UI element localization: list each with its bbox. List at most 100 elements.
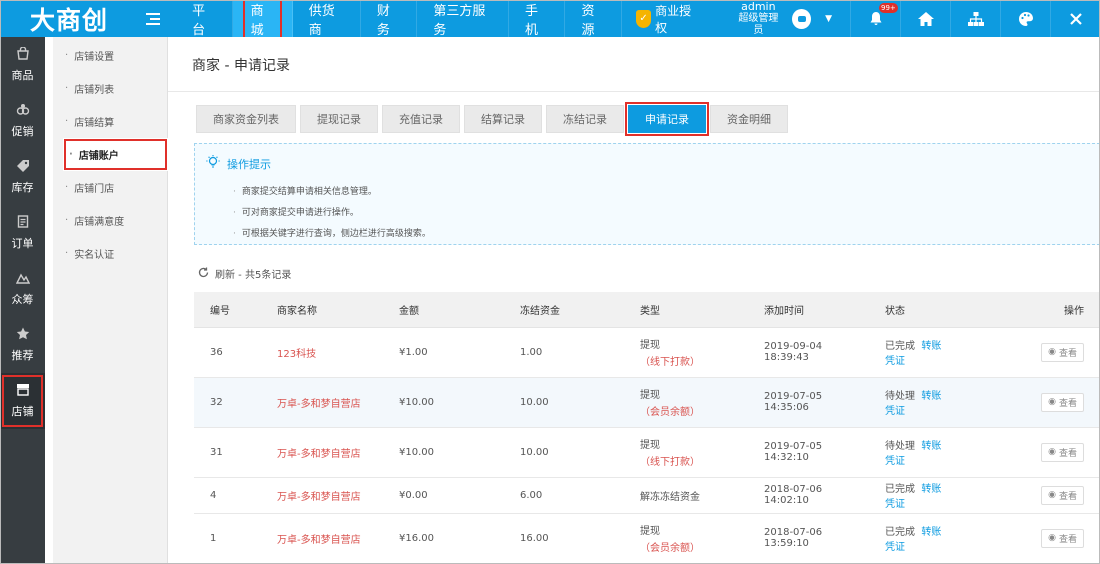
cell-id: 1	[194, 513, 261, 564]
cell-merchant-link[interactable]: 123科技	[261, 327, 383, 378]
cell-action: ◉ 查看	[949, 427, 1100, 478]
col-header-action: 操作	[949, 292, 1100, 328]
sidebar-item-crowdfund[interactable]: 众筹	[0, 261, 45, 317]
cell-amount: ¥10.00	[383, 377, 504, 428]
tab-withdraw-records[interactable]: 提现记录	[300, 105, 378, 133]
top-nav: 平台 商城 供货商 财务 第三方服务 手机 资源	[176, 0, 622, 44]
cell-time: 2019-09-04 18:39:43	[748, 327, 869, 378]
cell-merchant-link[interactable]: 万卓-多和梦自营店	[261, 513, 383, 564]
sitemap-icon[interactable]	[950, 0, 1000, 37]
sidebar-item-promotion[interactable]: 促销	[0, 93, 45, 149]
sidebar-item-store[interactable]: 店铺	[0, 373, 45, 429]
nav-item-mall[interactable]: 商城	[232, 0, 293, 44]
cell-status: 待处理 转账凭证	[869, 377, 949, 428]
tab-frozen-records[interactable]: 冻结记录	[546, 105, 624, 133]
tab-bar: 商家资金列表 提现记录 充值记录 结算记录 冻结记录 申请记录 资金明细	[196, 102, 788, 136]
cell-frozen: 1.00	[504, 327, 624, 378]
cell-type: 提现 （会员余额）	[624, 513, 748, 564]
home-icon[interactable]	[900, 0, 950, 37]
refresh-button[interactable]: 刷新 - 共5条记录	[198, 266, 291, 281]
tips-panel: 操作提示 商家提交结算申请相关信息管理。 可对商家提交申请进行操作。 可根据关键…	[194, 143, 1100, 245]
sidebar-item-inventory[interactable]: 库存	[0, 149, 45, 205]
cell-type: 提现 （会员余额）	[624, 377, 748, 428]
top-icons: 99+	[850, 0, 1100, 37]
shield-check-icon: ✓	[635, 9, 652, 28]
tab-recharge-records[interactable]: 充值记录	[382, 105, 460, 133]
view-button[interactable]: ◉ 查看	[1041, 442, 1084, 462]
user-role: 超级管理员	[738, 12, 779, 36]
eye-icon: ◉	[1048, 347, 1056, 357]
view-button[interactable]: ◉ 查看	[1041, 485, 1084, 505]
tab-application-records[interactable]: 申请记录	[625, 102, 709, 136]
cell-frozen: 16.00	[504, 513, 624, 564]
submenu-item-store-settings[interactable]: 店铺设置	[53, 39, 167, 72]
chevron-down-icon[interactable]: ▼	[825, 14, 832, 24]
main-sidebar: 商品 促销 库存 订单 众筹 推荐 店铺	[0, 37, 45, 564]
table-row: 1 万卓-多和梦自营店 ¥16.00 16.00 提现 （会员余额） 2018-0…	[194, 513, 1100, 564]
tips-list: 商家提交结算申请相关信息管理。 可对商家提交申请进行操作。 可根据关键字进行查询…	[233, 182, 431, 245]
close-icon[interactable]	[1050, 0, 1100, 37]
table-row: 36 123科技 ¥1.00 1.00 提现 （线下打款） 2019-09-04 …	[194, 327, 1100, 378]
star-icon	[16, 327, 30, 344]
submenu-item-store-settlement[interactable]: 店铺结算	[53, 105, 167, 138]
page-title: 商家 - 申请记录	[192, 58, 290, 74]
tab-settlement-records[interactable]: 结算记录	[464, 105, 542, 133]
nav-item-platform[interactable]: 平台	[176, 0, 233, 38]
avatar[interactable]	[792, 8, 812, 29]
commercial-auth[interactable]: ✓ 商业授权	[622, 0, 715, 37]
nav-item-mobile[interactable]: 手机	[509, 0, 566, 38]
table-row: 32 万卓-多和梦自营店 ¥10.00 10.00 提现 （会员余额） 2019-…	[194, 377, 1100, 428]
eye-icon: ◉	[1048, 397, 1056, 407]
tip-item: 商家提交结算申请相关信息管理。	[233, 182, 431, 203]
submenu-item-store-account[interactable]: 店铺账户	[63, 138, 168, 171]
nav-item-third-party[interactable]: 第三方服务	[417, 0, 510, 38]
cell-id: 32	[194, 377, 261, 428]
submenu-item-store-list[interactable]: 店铺列表	[53, 72, 167, 105]
tab-fund-details[interactable]: 资金明细	[710, 105, 788, 133]
submenu-item-store-satisfaction[interactable]: 店铺满意度	[53, 204, 167, 237]
cell-amount: ¥1.00	[383, 327, 504, 378]
sidebar-item-orders[interactable]: 订单	[0, 205, 45, 261]
cell-merchant-link[interactable]: 万卓-多和梦自营店	[261, 377, 383, 428]
col-header-id: 编号	[194, 292, 261, 328]
view-button[interactable]: ◉ 查看	[1041, 342, 1084, 362]
cell-action: ◉ 查看	[949, 513, 1100, 564]
nav-item-resources[interactable]: 资源	[565, 0, 622, 38]
refresh-icon	[198, 267, 209, 281]
submenu-item-store-outlets[interactable]: 店铺门店	[53, 171, 167, 204]
notification-badge: 99+	[879, 3, 898, 13]
col-header-time: 添加时间	[748, 292, 869, 328]
cell-action: ◉ 查看	[949, 327, 1100, 378]
tag-icon	[16, 159, 30, 176]
cell-id: 31	[194, 427, 261, 478]
submenu-item-real-name-auth[interactable]: 实名认证	[53, 237, 167, 270]
cell-amount: ¥16.00	[383, 513, 504, 564]
palette-icon[interactable]	[1000, 0, 1050, 37]
lightbulb-icon	[205, 154, 221, 173]
menu-toggle-icon[interactable]	[142, 0, 161, 37]
table-row: 4 万卓-多和梦自营店 ¥0.00 6.00 解冻冻结资金 2018-07-06…	[194, 477, 1100, 514]
view-button[interactable]: ◉ 查看	[1041, 392, 1084, 412]
cell-time: 2018-07-06 13:59:10	[748, 513, 869, 564]
tab-merchant-funds[interactable]: 商家资金列表	[196, 105, 296, 133]
cell-time: 2019-07-05 14:35:06	[748, 377, 869, 428]
sidebar-item-recommend[interactable]: 推荐	[0, 317, 45, 373]
cell-status: 已完成 转账凭证	[869, 327, 949, 378]
nav-item-finance[interactable]: 财务	[361, 0, 418, 38]
cell-type: 解冻冻结资金	[624, 477, 748, 514]
cell-frozen: 10.00	[504, 427, 624, 478]
col-header-status: 状态	[869, 292, 949, 328]
cell-status: 待处理 转账凭证	[869, 427, 949, 478]
bell-icon[interactable]: 99+	[850, 0, 900, 37]
view-button[interactable]: ◉ 查看	[1041, 528, 1084, 548]
cell-frozen: 6.00	[504, 477, 624, 514]
cell-merchant-link[interactable]: 万卓-多和梦自营店	[261, 477, 383, 514]
sidebar-item-goods[interactable]: 商品	[0, 37, 45, 93]
nav-item-supplier[interactable]: 供货商	[293, 0, 361, 38]
cell-status: 已完成 转账凭证	[869, 513, 949, 564]
cell-status: 已完成 转账凭证	[869, 477, 949, 514]
tip-item: 可对商家提交申请进行操作。	[233, 203, 431, 224]
cell-type: 提现 （线下打款）	[624, 427, 748, 478]
user-info[interactable]: admin 超级管理员	[735, 0, 783, 37]
cell-merchant-link[interactable]: 万卓-多和梦自营店	[261, 427, 383, 478]
